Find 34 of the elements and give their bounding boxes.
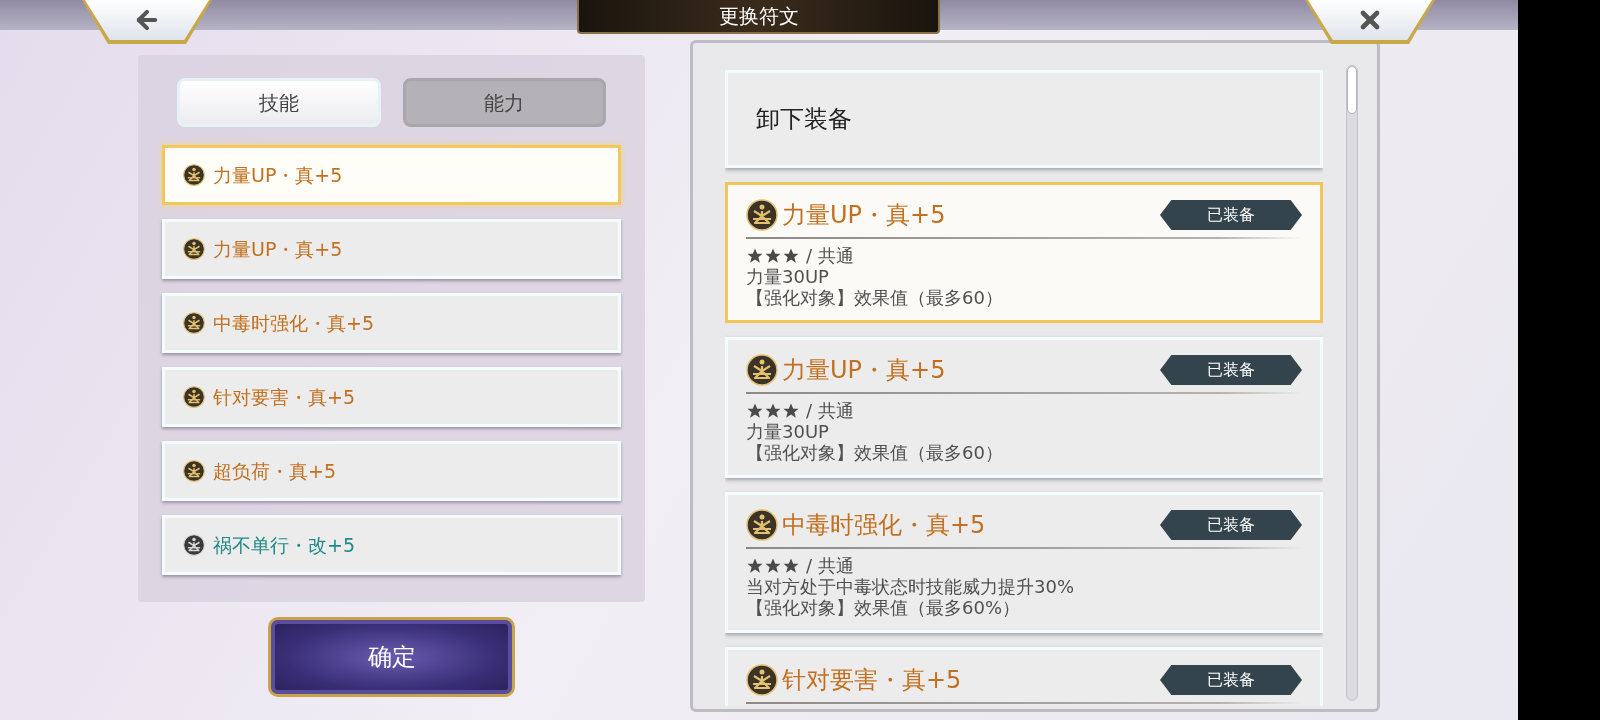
- rune-title: 中毒时强化・真+5: [782, 510, 986, 541]
- rune-effect-text: 【强化对象】效果值（最多60）: [746, 287, 1004, 308]
- rune-list-item[interactable]: 祸不单行・改+5: [162, 515, 621, 575]
- equipped-badge: 已装备: [1160, 510, 1302, 540]
- rune-name: 针对要害・真+5: [213, 384, 355, 410]
- equipped-badge: 已装备: [1160, 355, 1302, 385]
- rune-card[interactable]: 针对要害・真+5 已装备: [725, 647, 1323, 706]
- rune-name: 中毒时强化・真+5: [213, 310, 374, 336]
- rune-name: 祸不单行・改+5: [213, 532, 355, 558]
- rune-category: / 共通: [806, 245, 854, 266]
- rune-name: 力量UP・真+5: [213, 162, 343, 188]
- rune-name: 力量UP・真+5: [213, 236, 343, 262]
- rune-effect-text: 【强化对象】效果值（最多60）: [746, 442, 1004, 463]
- rune-title: 力量UP・真+5: [782, 200, 946, 231]
- equipped-badge: 已装备: [1160, 200, 1302, 230]
- rune-card[interactable]: 力量UP・真+5 已装备 / 共通 力量30UP 【强化对象】效果值（最多60）: [725, 182, 1323, 323]
- rune-card[interactable]: 力量UP・真+5 已装备 / 共通 力量30UP 【强化对象】效果值（最多60）: [725, 337, 1323, 478]
- tab[interactable]: 能力: [402, 78, 606, 127]
- confirm-button[interactable]: 确定: [268, 617, 515, 697]
- rune-list-item[interactable]: 力量UP・真+5: [162, 145, 621, 205]
- rune-title: 力量UP・真+5: [782, 355, 946, 386]
- window-title: 更换符文: [718, 3, 799, 30]
- rune-card[interactable]: 中毒时强化・真+5 已装备 / 共通 当对方处于中毒状态时技能威力提升30% 【强化对象】效果值（最多60%）: [725, 492, 1323, 633]
- rune-effect-text: 【强化对象】效果值（最多60%）: [746, 597, 1021, 618]
- rune-title: 针对要害・真+5: [782, 665, 962, 696]
- rune-name: 超负荷・真+5: [213, 458, 336, 484]
- rune-category: / 共通: [806, 555, 854, 576]
- tab[interactable]: 技能: [177, 78, 381, 127]
- rune-effect-text: 力量30UP: [746, 421, 830, 442]
- rune-effect-text: 力量30UP: [746, 266, 830, 287]
- rune-effect-text: 当对方处于中毒状态时技能威力提升30%: [746, 576, 1075, 597]
- rune-category: / 共通: [806, 400, 854, 421]
- unequip-button[interactable]: 卸下装备: [725, 70, 1323, 168]
- equipped-badge: 已装备: [1160, 665, 1302, 695]
